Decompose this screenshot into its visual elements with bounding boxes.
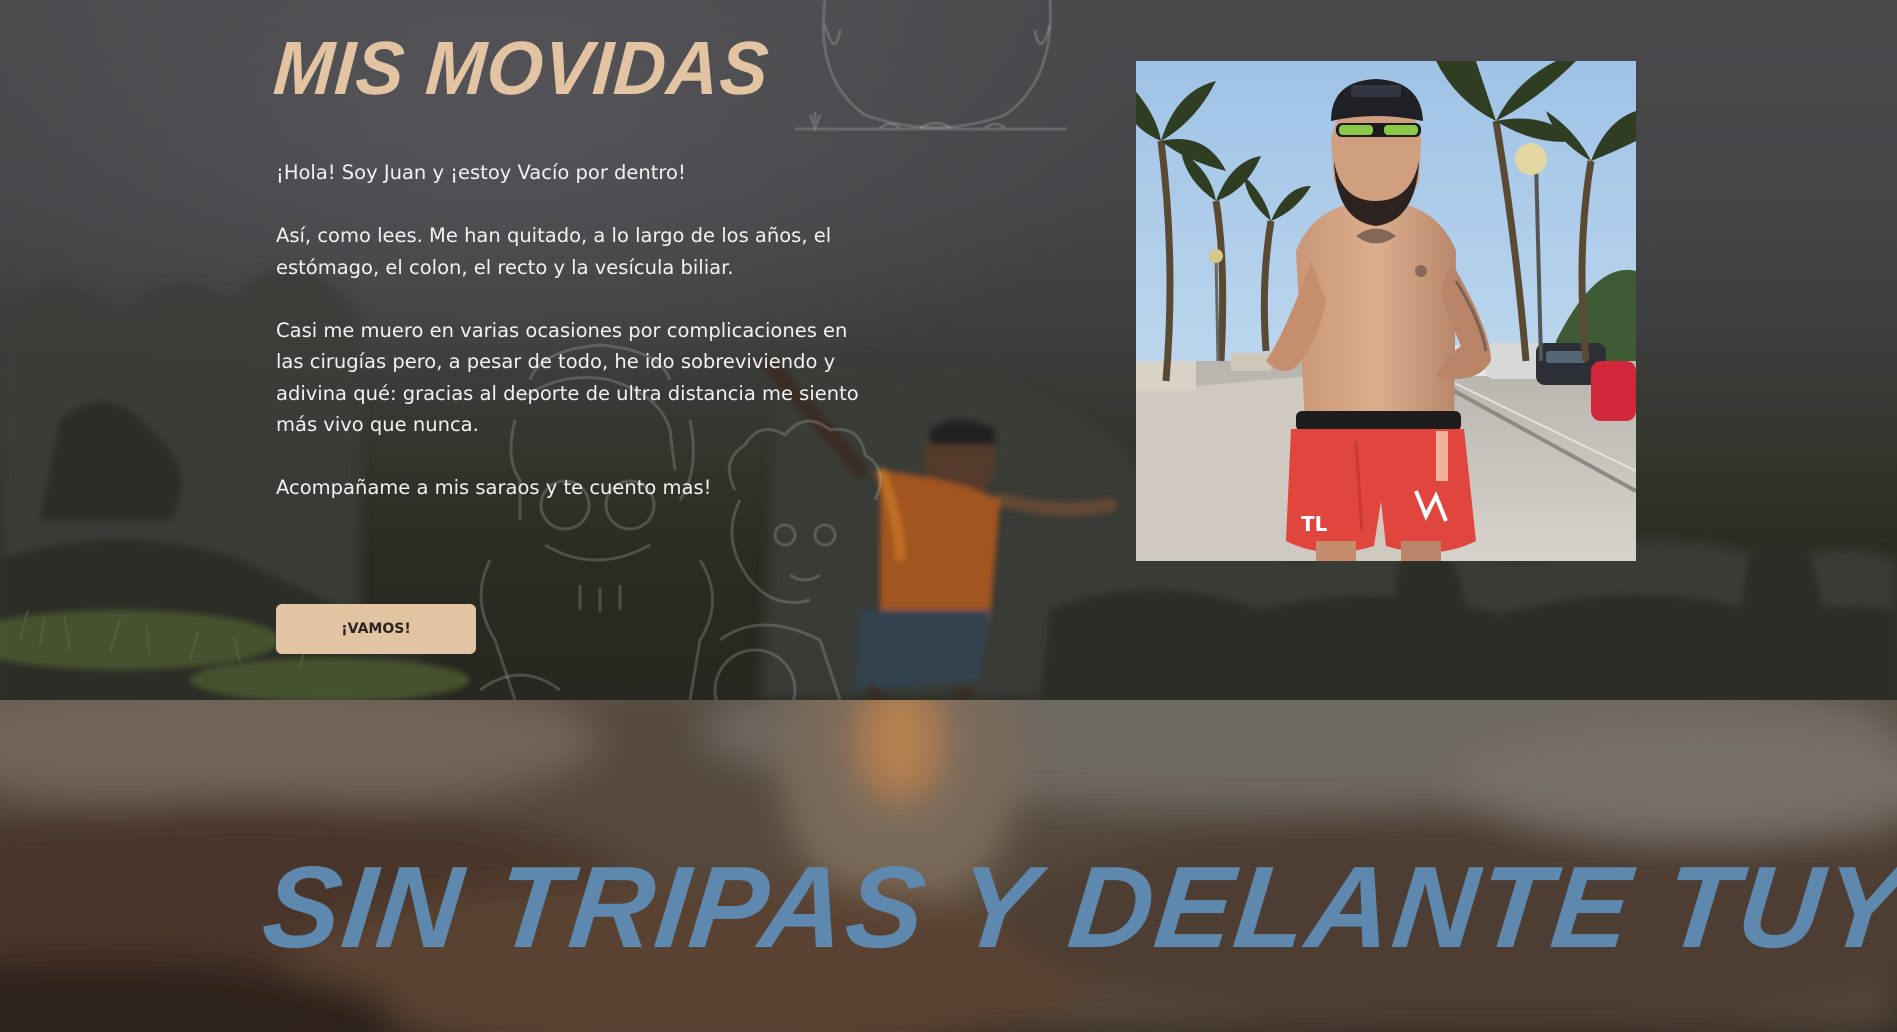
svg-text:TL: TL	[1301, 512, 1328, 536]
runner-photo: TL	[1136, 61, 1636, 561]
intro-paragraph: Acompañame a mis saraos y te cuento mas!	[276, 476, 712, 499]
intro-paragraph: Casi me muero en varias ocasiones por co…	[276, 318, 859, 437]
intro-text: ¡Hola! Soy Juan y ¡estoy Vacío por dentr…	[276, 157, 876, 535]
intro-paragraph: ¡Hola! Soy Juan y ¡estoy Vacío por dentr…	[276, 161, 686, 184]
intro-paragraph: Así, como lees. Me han quitado, a lo lar…	[276, 224, 832, 279]
tagline-heading: SIN TRIPAS Y DELANTE TUYO	[257, 842, 1897, 972]
about-section: MIS MOVIDAS ¡Hola! Soy Juan y ¡estoy Vac…	[0, 0, 1897, 700]
vamos-button[interactable]: ¡VAMOS!	[276, 604, 476, 654]
section-title: MIS MOVIDAS	[271, 27, 772, 112]
